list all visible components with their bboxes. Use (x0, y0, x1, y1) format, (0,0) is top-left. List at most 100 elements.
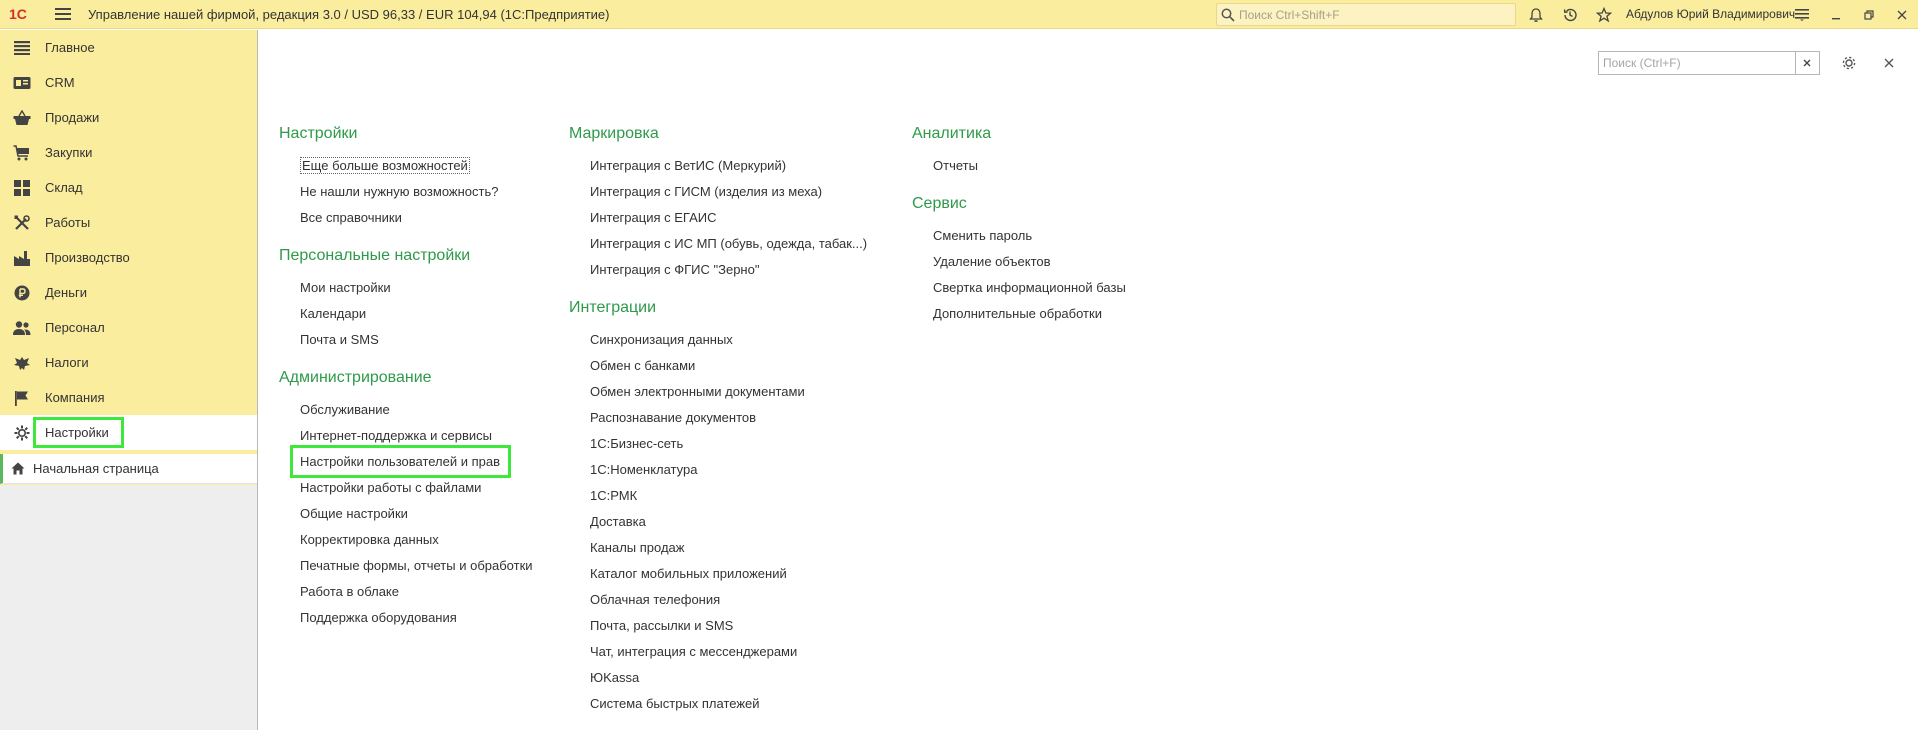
link-vetis[interactable]: Интеграция с ВетИС (Меркурий) (569, 153, 867, 179)
link-reports[interactable]: Отчеты (912, 153, 1126, 179)
main-menu-button[interactable] (50, 0, 76, 29)
link-more-features[interactable]: Еще больше возможностей (279, 153, 533, 179)
link-fgis-grain[interactable]: Интеграция с ФГИС "Зерно" (569, 257, 867, 283)
global-search-input[interactable] (1239, 7, 1499, 22)
link-db-collapse[interactable]: Свертка информационной базы (912, 275, 1126, 301)
sidebar-item-label: Продажи (45, 110, 100, 125)
link-file-settings[interactable]: Настройки работы с файлами (279, 475, 533, 501)
link-print-forms[interactable]: Печатные формы, отчеты и обработки (279, 553, 533, 579)
sidebar-item-sales[interactable]: Продажи (0, 100, 257, 135)
home-page-tab[interactable]: Начальная страница (0, 454, 257, 484)
link-text: Сменить пароль (933, 228, 1033, 243)
link-yookassa[interactable]: ЮKassa (569, 665, 867, 691)
settings-menu-button[interactable] (1790, 4, 1814, 26)
link-users-and-rights[interactable]: Настройки пользователей и прав (279, 445, 533, 478)
sidebar-item-label: Деньги (45, 285, 87, 300)
section-search[interactable] (1598, 51, 1820, 75)
link-sales-channels[interactable]: Каналы продаж (569, 535, 867, 561)
link-bank-exchange[interactable]: Обмен с банками (569, 353, 867, 379)
global-search[interactable] (1216, 3, 1516, 26)
favorites-button[interactable] (1593, 4, 1615, 26)
sidebar-item-company[interactable]: Компания (0, 380, 257, 415)
link-business-network[interactable]: 1С:Бизнес-сеть (569, 431, 867, 457)
link-messengers[interactable]: Чат, интеграция с мессенджерами (569, 639, 867, 665)
link-egais[interactable]: Интеграция с ЕГАИС (569, 205, 867, 231)
sidebar-item-purchases[interactable]: Закупки (0, 135, 257, 170)
link-is-mp[interactable]: Интеграция с ИС МП (обувь, одежда, табак… (569, 231, 867, 257)
link-delivery[interactable]: Доставка (569, 509, 867, 535)
link-text: Чат, интеграция с мессенджерами (590, 644, 798, 659)
sidebar-item-label: Закупки (45, 145, 93, 160)
sidebar-item-production[interactable]: Производство (0, 240, 257, 275)
link-data-sync[interactable]: Синхронизация данных (569, 327, 867, 353)
link-text: Распознавание документов (590, 410, 757, 425)
sidebar-item-taxes[interactable]: Налоги (0, 345, 257, 380)
link-cloud-work[interactable]: Работа в облаке (279, 579, 533, 605)
link-text: Интернет-поддержка и сервисы (300, 428, 493, 443)
sidebar-item-label: Налоги (45, 355, 89, 370)
section-administration: Администрирование Обслуживание Интернет-… (279, 367, 533, 631)
link-gism[interactable]: Интеграция с ГИСМ (изделия из меха) (569, 179, 867, 205)
link-doc-recognition[interactable]: Распознавание документов (569, 405, 867, 431)
link-all-catalogs[interactable]: Все справочники (279, 205, 533, 231)
link-mail-sms[interactable]: Почта и SMS (279, 327, 533, 353)
gear-icon (1842, 56, 1856, 70)
1c-logo-icon: 1С (9, 6, 27, 22)
sidebar-item-crm[interactable]: CRM (0, 65, 257, 100)
link-text: Общие настройки (300, 506, 408, 521)
sidebar-item-warehouse[interactable]: Склад (0, 170, 257, 205)
link-text: Не нашли нужную возможность? (300, 184, 499, 199)
gear-icon (13, 424, 31, 442)
sidebar-item-money[interactable]: Деньги (0, 275, 257, 310)
1c-logo[interactable]: 1С (0, 0, 50, 29)
link-mobile-apps[interactable]: Каталог мобильных приложений (569, 561, 867, 587)
tools-icon (13, 214, 31, 232)
sidebar-item-personnel[interactable]: Персонал (0, 310, 257, 345)
link-text: Интеграция с ВетИС (Меркурий) (590, 158, 787, 173)
user-name[interactable]: Абдулов Юрий Владимирович (1626, 7, 1795, 21)
link-text: Интеграция с ИС МП (обувь, одежда, табак… (590, 236, 868, 251)
link-general-settings[interactable]: Общие настройки (279, 501, 533, 527)
link-text: Доставка (590, 514, 646, 529)
link-cloud-telephony[interactable]: Облачная телефония (569, 587, 867, 613)
link-nomenclature[interactable]: 1С:Номенклатура (569, 457, 867, 483)
flag-icon (13, 389, 31, 407)
link-maintenance[interactable]: Обслуживание (279, 397, 533, 423)
section-search-input[interactable] (1599, 52, 1795, 74)
search-icon (1221, 8, 1235, 22)
logo-text: 1С (9, 6, 27, 22)
history-button[interactable] (1559, 4, 1581, 26)
clear-icon (1803, 59, 1810, 67)
sidebar-item-label: Работы (45, 215, 91, 230)
panel-settings-button[interactable] (1838, 52, 1860, 74)
link-calendars[interactable]: Календари (279, 301, 533, 327)
warehouse-icon (13, 179, 31, 197)
link-feature-not-found[interactable]: Не нашли нужную возможность? (279, 179, 533, 205)
link-edi[interactable]: Обмен электронными документами (569, 379, 867, 405)
column-2: Маркировка Интеграция с ВетИС (Меркурий)… (569, 123, 867, 730)
link-additional-processing[interactable]: Дополнительные обработки (912, 301, 1126, 327)
sidebar-item-main[interactable]: Главное (0, 30, 257, 65)
link-change-password[interactable]: Сменить пароль (912, 223, 1126, 249)
link-my-settings[interactable]: Мои настройки (279, 275, 533, 301)
clear-search-button[interactable] (1795, 52, 1817, 74)
restore-button[interactable] (1857, 4, 1881, 26)
sidebar-item-settings[interactable]: Настройки (0, 415, 257, 450)
link-delete-objects[interactable]: Удаление объектов (912, 249, 1126, 275)
link-rmk[interactable]: 1С:РМК (569, 483, 867, 509)
section-analytics: Аналитика Отчеты (912, 123, 1126, 179)
link-text: Интеграция с ФГИС "Зерно" (590, 262, 760, 277)
panel-close-button[interactable] (1878, 52, 1900, 74)
app-title: Управление нашей фирмой, редакция 3.0 / … (88, 6, 610, 22)
notifications-button[interactable] (1525, 4, 1547, 26)
link-mailing-sms[interactable]: Почта, рассылки и SMS (569, 613, 867, 639)
sidebar-item-label: CRM (45, 75, 75, 90)
window-close-button[interactable] (1890, 4, 1914, 26)
link-sbp[interactable]: Система быстрых платежей (569, 691, 867, 717)
menu-icon (1795, 9, 1809, 21)
link-equipment-support[interactable]: Поддержка оборудования (279, 605, 533, 631)
link-data-correction[interactable]: Корректировка данных (279, 527, 533, 553)
sidebar-item-label: Главное (45, 40, 95, 55)
minimize-button[interactable] (1824, 4, 1848, 26)
sidebar-item-works[interactable]: Работы (0, 205, 257, 240)
